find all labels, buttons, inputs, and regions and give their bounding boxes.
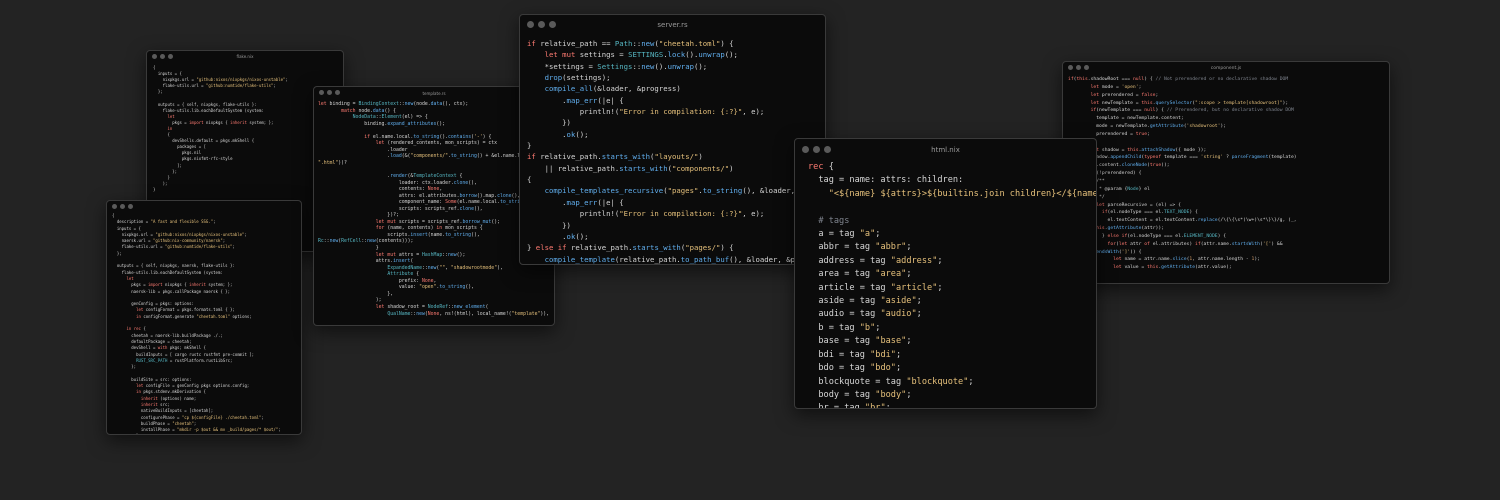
code-line: }) [527, 118, 571, 128]
code-line: if(newTemplate === null) { // Prerendere… [1090, 108, 1294, 114]
code-line: tag = name: attrs: children: [808, 175, 964, 186]
code-line: if relative_path == Path::new("cheetah.t… [527, 39, 734, 48]
code-line: }; [112, 433, 296, 434]
code-line: println!("Error in compilation: {:?}", e… [527, 107, 765, 117]
code-line: : template.content.cloneNode(true)); [1068, 163, 1170, 169]
code-line: # tags [818, 215, 850, 226]
window-titlebar[interactable]: template.rs [314, 87, 554, 100]
code-line: mode = newTemplate.getAttribute('shadowr… [1068, 124, 1227, 130]
editor-window-component-js[interactable]: component.js if(this.shadowRoot === null… [1062, 61, 1390, 284]
code-line: rec { [808, 162, 834, 172]
code-line: let prerendered = false; [1090, 92, 1159, 98]
code-line: if(el.nodeType === el.TEXT_NODE) { [1101, 210, 1198, 216]
code-line: .map_err(|e| { [527, 95, 624, 105]
window-titlebar[interactable] [107, 201, 301, 211]
close-dot-icon[interactable] [112, 204, 117, 209]
code-line: let mode = 'open'; [1090, 84, 1142, 90]
code-area[interactable]: let binding = BindingContext::new(node.d… [314, 100, 554, 320]
code-area[interactable]: rec { tag = name: attrs: children: "<${n… [795, 159, 1096, 409]
code-line: let name = attr.name.slice(1, attr.name.… [1113, 257, 1260, 263]
code-line: } [527, 141, 532, 151]
code-line: shadow.appendChild(typeof template === '… [1090, 155, 1297, 161]
code-line: || relative_path.starts_with("components… [527, 163, 734, 173]
window-title: flake.nix [236, 54, 254, 59]
code-line: el.textContent = el.textContent.replace(… [1068, 218, 1297, 224]
window-titlebar[interactable]: html.nix [795, 139, 1096, 159]
code-line: if(!prerendered) { [1091, 171, 1142, 177]
code-area[interactable]: if relative_path == Path::new("cheetah.t… [520, 35, 825, 264]
code-line: QualName::new(None, ns!(html), local_nam… [387, 311, 550, 317]
code-line: }) [527, 220, 571, 230]
code-line: aside = tag "aside"; [808, 296, 922, 307]
code-line: compile_all(&loader, &progress) [544, 84, 681, 94]
code-line: template = newTemplate.content; [1068, 116, 1184, 122]
code-line: let shadow = this.attachShadow({ mode })… [1091, 147, 1207, 153]
code-line: * @param {Node} el [1068, 186, 1150, 192]
code-line: .load(&("components/".to_string() + &el.… [318, 154, 532, 160]
window-controls [112, 204, 133, 209]
editor-window-server-rs[interactable]: server.rs if relative_path == Path::new(… [519, 14, 826, 265]
code-line: compile_template(relative_path.to_path_b… [544, 254, 825, 264]
code-line: compile_templates_recursive("pages".to_s… [544, 186, 825, 196]
code-line: base = tag "base"; [808, 336, 912, 347]
window-titlebar[interactable]: flake.nix [147, 51, 343, 63]
code-line: attr) => this.getAttribute(attr)); [1068, 226, 1164, 232]
editor-window-flake-small[interactable]: { description = "A fast and flexible SSG… [106, 200, 302, 435]
editor-window-html-nix[interactable]: html.nix rec { tag = name: attrs: childr… [794, 138, 1097, 409]
code-line: */ [1099, 194, 1105, 200]
code-line: } [153, 186, 156, 192]
code-line: "<${name} ${attrs}>${builtins.join child… [828, 188, 1096, 199]
code-line: a = tag "a"; [808, 229, 881, 240]
code-line: bdi = tag "bdi"; [808, 349, 902, 360]
code-area[interactable]: if(this.shadowRoot === null) { // Not pr… [1063, 75, 1389, 273]
code-line: println!("Error in compilation: {:?}", e… [527, 209, 765, 219]
code-line: drop(settings); [544, 73, 611, 83]
code-line: if(this.shadowRoot === null) { // Not pr… [1068, 77, 1289, 82]
code-line: for(let attr of el.attributes) if(attr.n… [1107, 241, 1283, 247]
window-titlebar[interactable]: component.js [1063, 62, 1389, 75]
code-line: audio = tag "audio"; [808, 309, 922, 320]
window-titlebar[interactable]: server.rs [520, 15, 825, 35]
window-title: server.rs [657, 21, 688, 29]
code-line: .ok(); [527, 231, 589, 241]
code-line: body = tag "body"; [808, 389, 912, 400]
minimize-dot-icon[interactable] [120, 204, 125, 209]
code-line: bdo = tag "bdo"; [808, 363, 902, 374]
code-line: let newTemplate = this.querySelector(":s… [1090, 100, 1289, 106]
code-line: .map_err(|e| { [527, 197, 624, 207]
code-line: blockquote = tag "blockquote"; [808, 376, 974, 387]
code-line: abbr = tag "abbr"; [808, 242, 912, 253]
code-line: } [1068, 139, 1384, 147]
code-area[interactable]: { description = "A fast and flexible SSG… [107, 211, 301, 434]
code-line: address = tag "address"; [808, 255, 943, 266]
code-line: prerendered = true; [1068, 131, 1150, 137]
code-line: br = tag "br"; [808, 403, 891, 409]
code-line: attr.name.endsWith(']')) { [1068, 249, 1142, 255]
code-line: b = tag "b"; [808, 322, 881, 333]
code-line: /** [1096, 178, 1105, 184]
code-line: let value = this.getAttribute(attr.value… [1113, 265, 1232, 271]
code-line: let mut settings = SETTINGS.lock().unwra… [544, 50, 738, 60]
code-line: *settings = Settings::new().unwrap(); [527, 61, 708, 71]
code-line: } else if relative_path.starts_with("pag… [527, 243, 734, 253]
code-line: let parseRecursive = (el) => { [1096, 202, 1181, 208]
code-line: if relative_path.starts_with("layouts/") [527, 152, 703, 162]
window-title: html.nix [931, 146, 960, 154]
code-line: area = tag "area"; [808, 269, 912, 280]
window-title: template.rs [422, 91, 446, 96]
code-line: article = tag "article"; [808, 282, 943, 293]
code-line: } else if(el.nodeType === el.ELEMENT_NOD… [1101, 233, 1227, 239]
code-line: .ok(); [527, 129, 589, 139]
code-line: { [527, 175, 532, 185]
window-title: component.js [1210, 66, 1242, 71]
maximize-dot-icon[interactable] [128, 204, 133, 209]
code-line: component_name: Some(el.name.local.to_st… [318, 200, 538, 206]
